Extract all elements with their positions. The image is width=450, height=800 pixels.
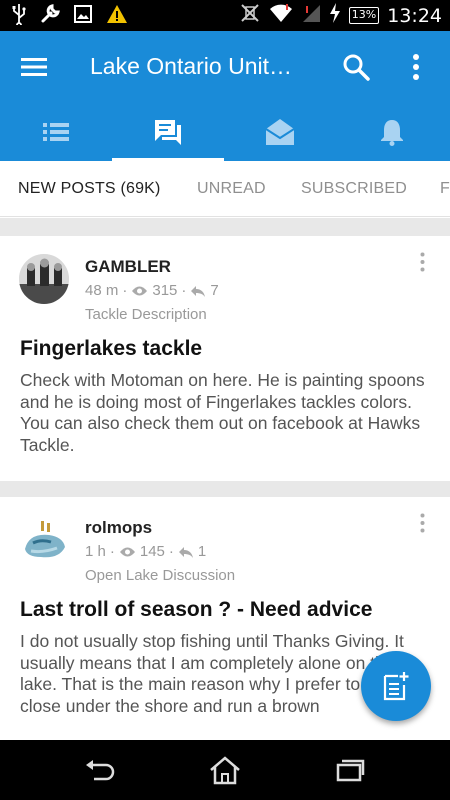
tab-forums[interactable]: [0, 103, 112, 161]
recent-apps-icon: [336, 759, 365, 782]
avatar[interactable]: [19, 515, 69, 565]
eye-icon: [132, 286, 148, 295]
post-card[interactable]: GAMBLER 48 m · 315 · 7 Tackle Descriptio…: [0, 236, 450, 481]
menu-icon: [21, 58, 47, 76]
reply-count: 1: [197, 543, 207, 560]
home-icon: [210, 756, 240, 785]
forum-name[interactable]: Open Lake Discussion: [85, 567, 235, 584]
reply-icon: [178, 546, 193, 558]
post-filter-tabs: NEW POSTS (69K) UNREAD SUBSCRIBED F: [0, 161, 450, 217]
more-vert-icon: [420, 252, 424, 272]
separator-dot: ·: [181, 282, 187, 299]
back-button[interactable]: [80, 752, 120, 788]
forum-title: Lake Ontario Unit…: [90, 53, 292, 79]
system-nav-bar: [0, 740, 450, 800]
tab-notifications[interactable]: [336, 103, 448, 161]
tab-unread[interactable]: UNREAD: [197, 180, 266, 198]
separator-dot: ·: [109, 543, 115, 560]
signal-icon: [301, 3, 321, 28]
username[interactable]: rolmops: [85, 518, 152, 538]
list-icon: [43, 123, 69, 141]
tab-more-cut[interactable]: F: [440, 180, 450, 198]
separator-dot: ·: [168, 543, 174, 560]
view-count: 315: [152, 282, 178, 299]
app-bar: Lake Ontario Unit…: [0, 31, 450, 161]
image-icon: [74, 4, 92, 28]
icon-tab-bar: [0, 103, 450, 161]
recent-apps-button[interactable]: [330, 752, 370, 788]
warning-icon: [106, 4, 128, 29]
more-options-button[interactable]: [398, 49, 434, 85]
tab-subscribed[interactable]: SUBSCRIBED: [301, 180, 407, 198]
post-options-button[interactable]: [412, 510, 432, 536]
avatar[interactable]: [19, 254, 69, 304]
status-bar: 13% 13:24: [0, 0, 450, 31]
charging-icon: [329, 3, 341, 28]
search-icon: [343, 54, 370, 81]
reply-icon: [191, 285, 206, 297]
separator-dot: ·: [122, 282, 128, 299]
back-icon: [86, 760, 115, 781]
forum-name[interactable]: Tackle Description: [85, 306, 207, 323]
tab-new-posts[interactable]: NEW POSTS (69K): [18, 180, 161, 198]
menu-button[interactable]: [16, 51, 52, 83]
forum-chat-icon: [155, 120, 181, 145]
eye-icon: [119, 547, 135, 556]
post-meta: 48 m · 315 · 7: [85, 282, 219, 299]
post-age: 1 h: [85, 543, 106, 560]
post-title[interactable]: Fingerlakes tackle: [20, 337, 202, 361]
post-preview[interactable]: Check with Motoman on here. He is painti…: [20, 370, 430, 456]
envelope-open-icon: [265, 119, 295, 145]
post-options-button[interactable]: [412, 249, 432, 275]
more-vert-icon: [420, 513, 424, 533]
usb-icon: [12, 3, 26, 30]
username[interactable]: GAMBLER: [85, 257, 171, 277]
post-title[interactable]: Last troll of season ? - Need advice: [20, 598, 372, 622]
divider: [0, 218, 450, 236]
view-count: 145: [139, 543, 165, 560]
tab-posts[interactable]: [112, 103, 224, 161]
more-vert-icon: [413, 54, 419, 80]
reply-count: 7: [210, 282, 219, 299]
divider: [0, 481, 450, 497]
clock: 13:24: [387, 4, 442, 27]
wrench-icon: [40, 3, 60, 29]
home-button[interactable]: [205, 752, 245, 788]
toolbar: Lake Ontario Unit…: [0, 31, 450, 103]
new-post-icon: [383, 672, 409, 701]
post-meta: 1 h · 145 · 1: [85, 543, 206, 560]
post-age: 48 m: [85, 282, 119, 299]
bell-icon: [381, 120, 403, 146]
tab-messages[interactable]: [224, 103, 336, 161]
search-button[interactable]: [338, 49, 374, 85]
wifi-icon: [269, 3, 293, 28]
battery-icon: 13%: [348, 7, 380, 24]
new-post-button[interactable]: [361, 651, 431, 721]
vibrate-off-icon: [239, 2, 261, 29]
